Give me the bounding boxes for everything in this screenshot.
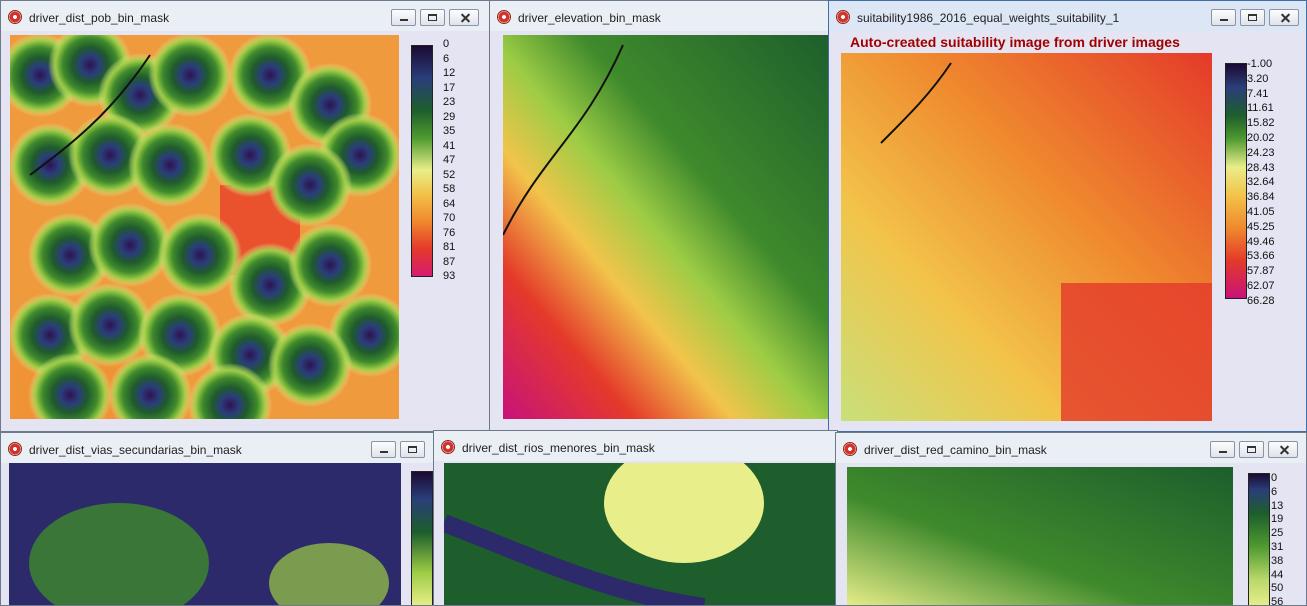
map-area: Auto-created suitability image from driv… <box>829 31 1306 431</box>
color-legend <box>411 471 433 605</box>
legend-tick-label: 0 <box>443 38 450 50</box>
maximize-button[interactable] <box>1240 9 1265 26</box>
legend-tick-label: 45.25 <box>1247 220 1275 233</box>
legend-tick-label: 13 <box>1271 499 1284 512</box>
window-title: driver_dist_vias_secundarias_bin_mask <box>29 443 242 457</box>
legend-tick-label: 19 <box>1271 513 1284 526</box>
legend-tick-label: 24.23 <box>1247 146 1275 159</box>
minimize-button[interactable] <box>391 9 416 26</box>
titlebar[interactable]: suitability1986_2016_equal_weights_suita… <box>829 1 1306 31</box>
legend-tick-label: -1.00 <box>1247 58 1273 70</box>
window-dist-vias[interactable]: driver_dist_vias_secundarias_bin_mask <box>0 432 436 606</box>
legend-tick-label: 11.61 <box>1247 102 1274 115</box>
legend-tick-label: 32.64 <box>1247 176 1275 189</box>
window-suitability[interactable]: suitability1986_2016_equal_weights_suita… <box>828 0 1307 432</box>
legend-tick-label: 44 <box>1271 568 1284 581</box>
window-dist-camino[interactable]: driver_dist_red_camino_bin_mask 0 6 13 19 25… <box>835 432 1307 606</box>
maximize-button[interactable] <box>1239 441 1264 458</box>
app-icon <box>843 442 857 456</box>
titlebar[interactable]: driver_dist_red_camino_bin_mask <box>836 433 1306 463</box>
legend-tick-label: 49.46 <box>1247 235 1275 248</box>
legend-tick-label: 35 <box>443 125 456 137</box>
raster-map[interactable] <box>9 463 401 605</box>
map-subtitle: Auto-created suitability image from driv… <box>850 34 1180 50</box>
color-legend <box>411 45 433 277</box>
legend-tick-label: 47 <box>443 154 456 166</box>
maximize-button[interactable] <box>420 9 445 26</box>
titlebar[interactable]: driver_elevation_bin_mask <box>490 1 830 31</box>
minimize-button[interactable] <box>1211 9 1236 26</box>
legend-tick-label: 38 <box>1271 554 1284 567</box>
legend-tick-label: 12 <box>443 67 456 79</box>
raster-map[interactable] <box>841 53 1212 421</box>
window-title: driver_elevation_bin_mask <box>518 11 661 25</box>
legend-tick-label: 25 <box>1271 527 1284 540</box>
app-icon <box>441 440 455 454</box>
map-area <box>434 461 837 605</box>
legend-tick-label: 52 <box>443 168 456 181</box>
app-icon <box>8 442 22 456</box>
app-icon <box>836 10 850 24</box>
legend-tick-label: 36.84 <box>1247 191 1275 204</box>
legend-tick-label: 41.05 <box>1247 206 1275 218</box>
maximize-button[interactable] <box>400 441 425 458</box>
window-title: driver_dist_pob_bin_mask <box>29 11 170 25</box>
map-area: 0 6 13 19 25 31 38 44 50 56 <box>836 463 1306 605</box>
minimize-button[interactable] <box>371 441 396 458</box>
legend-tick-label: 53.66 <box>1247 250 1275 263</box>
color-legend <box>1248 473 1270 605</box>
window-dist-rios[interactable]: driver_dist_rios_menores_bin_mask <box>433 430 838 606</box>
close-button[interactable] <box>1268 441 1298 458</box>
raster-map[interactable] <box>444 463 837 605</box>
legend-tick-label: 6 <box>1271 485 1278 498</box>
legend-tick-label: 81 <box>443 241 456 253</box>
legend-tick-label: 29 <box>443 110 456 123</box>
legend-tick-label: 58 <box>443 183 456 195</box>
close-button[interactable] <box>1269 9 1299 26</box>
legend-tick-label: 62.07 <box>1247 280 1275 292</box>
raster-map[interactable] <box>503 35 830 419</box>
legend-tick-label: 93 <box>443 270 456 282</box>
window-title: suitability1986_2016_equal_weights_suita… <box>857 11 1120 25</box>
legend-tick-label: 66.28 <box>1247 294 1275 307</box>
legend-tick-label: 31 <box>1271 541 1284 553</box>
legend-tick-label: 76 <box>443 226 456 239</box>
app-icon <box>497 10 511 24</box>
legend-tick-label: 20.02 <box>1247 132 1275 144</box>
legend-tick-label: 23 <box>443 96 456 108</box>
raster-map[interactable] <box>10 35 399 419</box>
close-button[interactable] <box>449 9 479 26</box>
color-legend <box>1225 63 1247 299</box>
legend-tick-label: 87 <box>443 255 456 268</box>
map-area <box>1 463 435 605</box>
legend-tick-label: 41 <box>443 139 456 152</box>
titlebar[interactable]: driver_dist_vias_secundarias_bin_mask <box>1 433 435 463</box>
legend-tick-label: 15.82 <box>1247 117 1275 130</box>
minimize-button[interactable] <box>1210 441 1235 458</box>
app-icon <box>8 10 22 24</box>
legend-tick-label: 17 <box>443 81 456 94</box>
legend-tick-label: 56 <box>1271 596 1284 606</box>
legend-tick-label: 3.20 <box>1247 72 1269 85</box>
map-area: 0 6 12 17 23 29 35 41 47 52 58 64 70 76 81 87 93 <box>1 31 491 431</box>
legend-tick-label: 6 <box>443 52 450 65</box>
legend-tick-label: 28.43 <box>1247 161 1275 174</box>
legend-tick-label: 57.87 <box>1247 265 1275 278</box>
window-title: driver_dist_red_camino_bin_mask <box>864 443 1047 457</box>
legend-tick-label: 50 <box>1271 582 1284 595</box>
titlebar[interactable]: driver_dist_rios_menores_bin_mask <box>434 431 837 461</box>
legend-tick-label: 64 <box>443 197 456 210</box>
window-elevation[interactable]: driver_elevation_bin_mask <box>489 0 831 432</box>
window-title: driver_dist_rios_menores_bin_mask <box>462 441 655 455</box>
map-area <box>490 31 830 431</box>
raster-map[interactable] <box>847 467 1233 605</box>
legend-tick-label: 70 <box>443 212 456 224</box>
legend-tick-label: 7.41 <box>1247 87 1269 100</box>
legend-tick-label: 0 <box>1271 472 1278 484</box>
titlebar[interactable]: driver_dist_pob_bin_mask <box>1 1 491 31</box>
window-dist-pob[interactable]: driver_dist_pob_bin_mask 0 6 12 17 23 29… <box>0 0 492 432</box>
